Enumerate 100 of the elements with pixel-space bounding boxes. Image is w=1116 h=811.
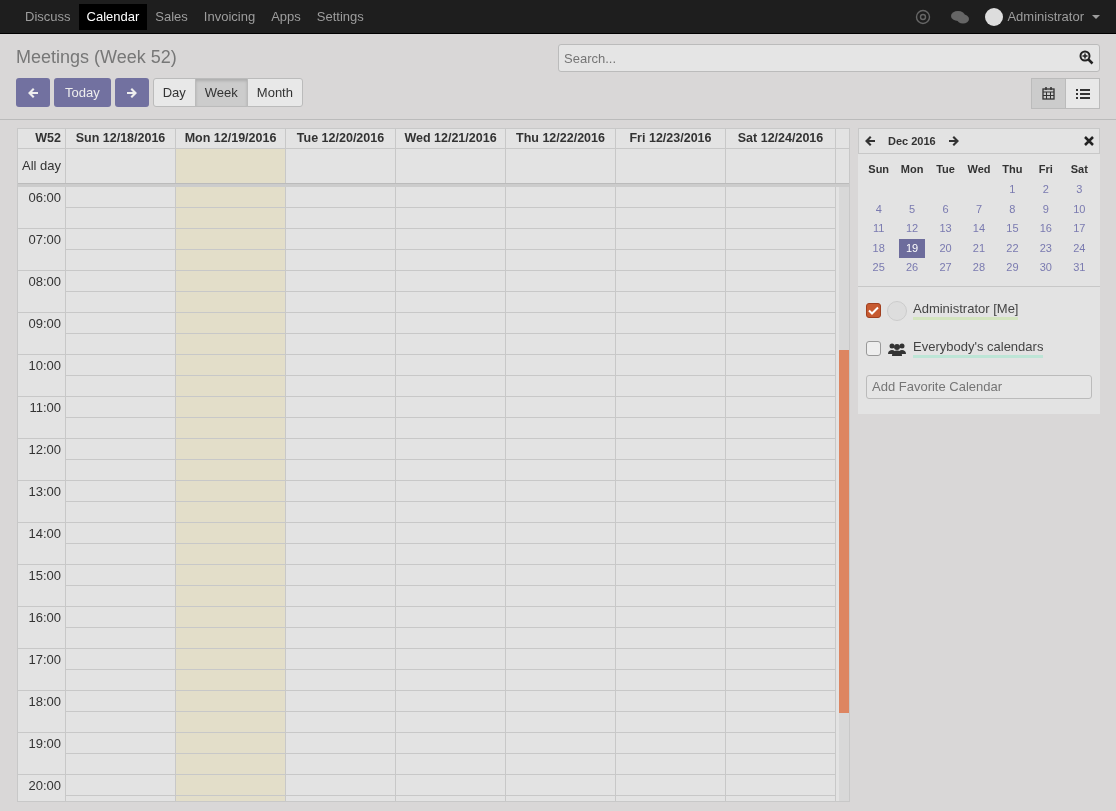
time-slot[interactable] — [396, 187, 506, 229]
time-slot[interactable] — [66, 649, 176, 691]
calendar-filter-label[interactable]: Administrator [Me] — [913, 301, 1019, 320]
view-switch-button[interactable] — [1065, 78, 1100, 109]
time-slot[interactable] — [396, 565, 506, 607]
close-icon[interactable] — [1084, 136, 1094, 146]
time-slot[interactable] — [66, 565, 176, 607]
favorite-calendar-field[interactable]: Add Favorite Calendar — [866, 374, 1092, 399]
time-slot[interactable] — [506, 397, 616, 439]
time-slot[interactable] — [506, 313, 616, 355]
time-slot[interactable] — [726, 229, 836, 271]
time-slot[interactable] — [616, 439, 726, 481]
time-slot[interactable] — [286, 607, 396, 649]
time-slot[interactable] — [616, 733, 726, 775]
time-slot[interactable] — [726, 187, 836, 229]
previous-button[interactable] — [16, 78, 50, 107]
date-cell[interactable]: 25 — [868, 258, 890, 278]
date-cell[interactable]: 12 — [901, 219, 923, 239]
time-slot[interactable] — [616, 649, 726, 691]
time-slot[interactable] — [726, 313, 836, 355]
time-slot[interactable] — [286, 481, 396, 523]
time-slot[interactable] — [396, 649, 506, 691]
scrollbar[interactable] — [839, 187, 849, 801]
time-slot[interactable] — [286, 565, 396, 607]
menu-item[interactable]: Calendar — [78, 3, 148, 30]
menu-item[interactable]: Settings — [308, 3, 372, 30]
date-cell[interactable]: 13 — [934, 219, 957, 239]
time-slot[interactable] — [286, 271, 396, 313]
time-slot[interactable] — [616, 187, 726, 229]
date-cell[interactable]: 5 — [901, 199, 923, 219]
time-slot[interactable] — [66, 733, 176, 775]
time-slot[interactable] — [616, 229, 726, 271]
time-slot[interactable] — [726, 271, 836, 313]
time-slot[interactable] — [396, 271, 506, 313]
date-cell[interactable]: 29 — [1001, 258, 1024, 278]
time-slot[interactable] — [66, 271, 176, 313]
time-slot[interactable] — [396, 733, 506, 775]
time-slot[interactable] — [66, 397, 176, 439]
scale-tab[interactable]: Month — [246, 78, 303, 107]
time-slot[interactable] — [176, 649, 286, 691]
time-slot[interactable] — [176, 187, 286, 229]
time-slot[interactable] — [616, 397, 726, 439]
time-slot[interactable] — [726, 691, 836, 733]
time-slot[interactable] — [396, 229, 506, 271]
scale-tab[interactable]: Day — [152, 78, 196, 107]
time-slot[interactable] — [286, 229, 396, 271]
time-slot[interactable] — [396, 355, 506, 397]
time-slot[interactable] — [726, 607, 836, 649]
time-slot[interactable] — [66, 481, 176, 523]
time-slot[interactable] — [396, 607, 506, 649]
time-slot[interactable] — [506, 229, 616, 271]
time-slot[interactable] — [286, 691, 396, 733]
time-slot[interactable] — [506, 355, 616, 397]
time-slot[interactable] — [616, 523, 726, 565]
chat-icon[interactable] — [951, 9, 970, 24]
time-slot[interactable] — [616, 691, 726, 733]
all-day-cell[interactable] — [176, 149, 286, 183]
time-slot[interactable] — [396, 397, 506, 439]
time-slot[interactable] — [176, 481, 286, 523]
time-slot[interactable] — [176, 691, 286, 733]
time-slot[interactable] — [176, 271, 286, 313]
time-slot[interactable] — [726, 733, 836, 775]
time-slot[interactable] — [66, 607, 176, 649]
time-slot[interactable] — [286, 397, 396, 439]
menu-item[interactable]: Discuss — [17, 3, 79, 30]
time-slot[interactable] — [616, 313, 726, 355]
date-cell[interactable]: 27 — [934, 258, 957, 278]
calendar-filter-label[interactable]: Everybody's calendars — [913, 339, 1044, 358]
date-cell[interactable]: 16 — [1035, 219, 1057, 239]
time-slot[interactable] — [176, 397, 286, 439]
date-cell[interactable]: 8 — [1001, 199, 1024, 219]
date-cell[interactable]: 24 — [1068, 238, 1090, 258]
time-slot[interactable] — [396, 691, 506, 733]
time-slot[interactable] — [616, 481, 726, 523]
date-cell[interactable]: 9 — [1035, 199, 1057, 219]
time-slot[interactable] — [396, 313, 506, 355]
date-cell[interactable]: 7 — [968, 199, 990, 219]
time-slot[interactable] — [506, 607, 616, 649]
time-slot[interactable] — [66, 439, 176, 481]
date-cell[interactable]: 26 — [901, 258, 923, 278]
date-cell[interactable]: 6 — [934, 199, 957, 219]
time-slot[interactable] — [726, 649, 836, 691]
time-slot[interactable] — [66, 187, 176, 229]
checkbox[interactable] — [866, 303, 881, 318]
time-slot[interactable] — [286, 523, 396, 565]
date-cell[interactable]: 31 — [1068, 258, 1090, 278]
user-avatar[interactable] — [985, 7, 1004, 26]
date-cell[interactable]: 10 — [1068, 199, 1090, 219]
time-slot[interactable] — [506, 271, 616, 313]
time-slot[interactable] — [616, 271, 726, 313]
menu-item[interactable]: Sales — [147, 3, 196, 30]
date-cell[interactable]: 17 — [1068, 219, 1090, 239]
time-slot[interactable] — [506, 187, 616, 229]
time-slot[interactable] — [616, 355, 726, 397]
view-switch-button[interactable] — [1031, 78, 1066, 109]
time-slot[interactable] — [396, 439, 506, 481]
time-slot[interactable] — [726, 565, 836, 607]
time-slot[interactable] — [176, 565, 286, 607]
time-slot[interactable] — [66, 691, 176, 733]
date-cell[interactable]: 28 — [968, 258, 990, 278]
